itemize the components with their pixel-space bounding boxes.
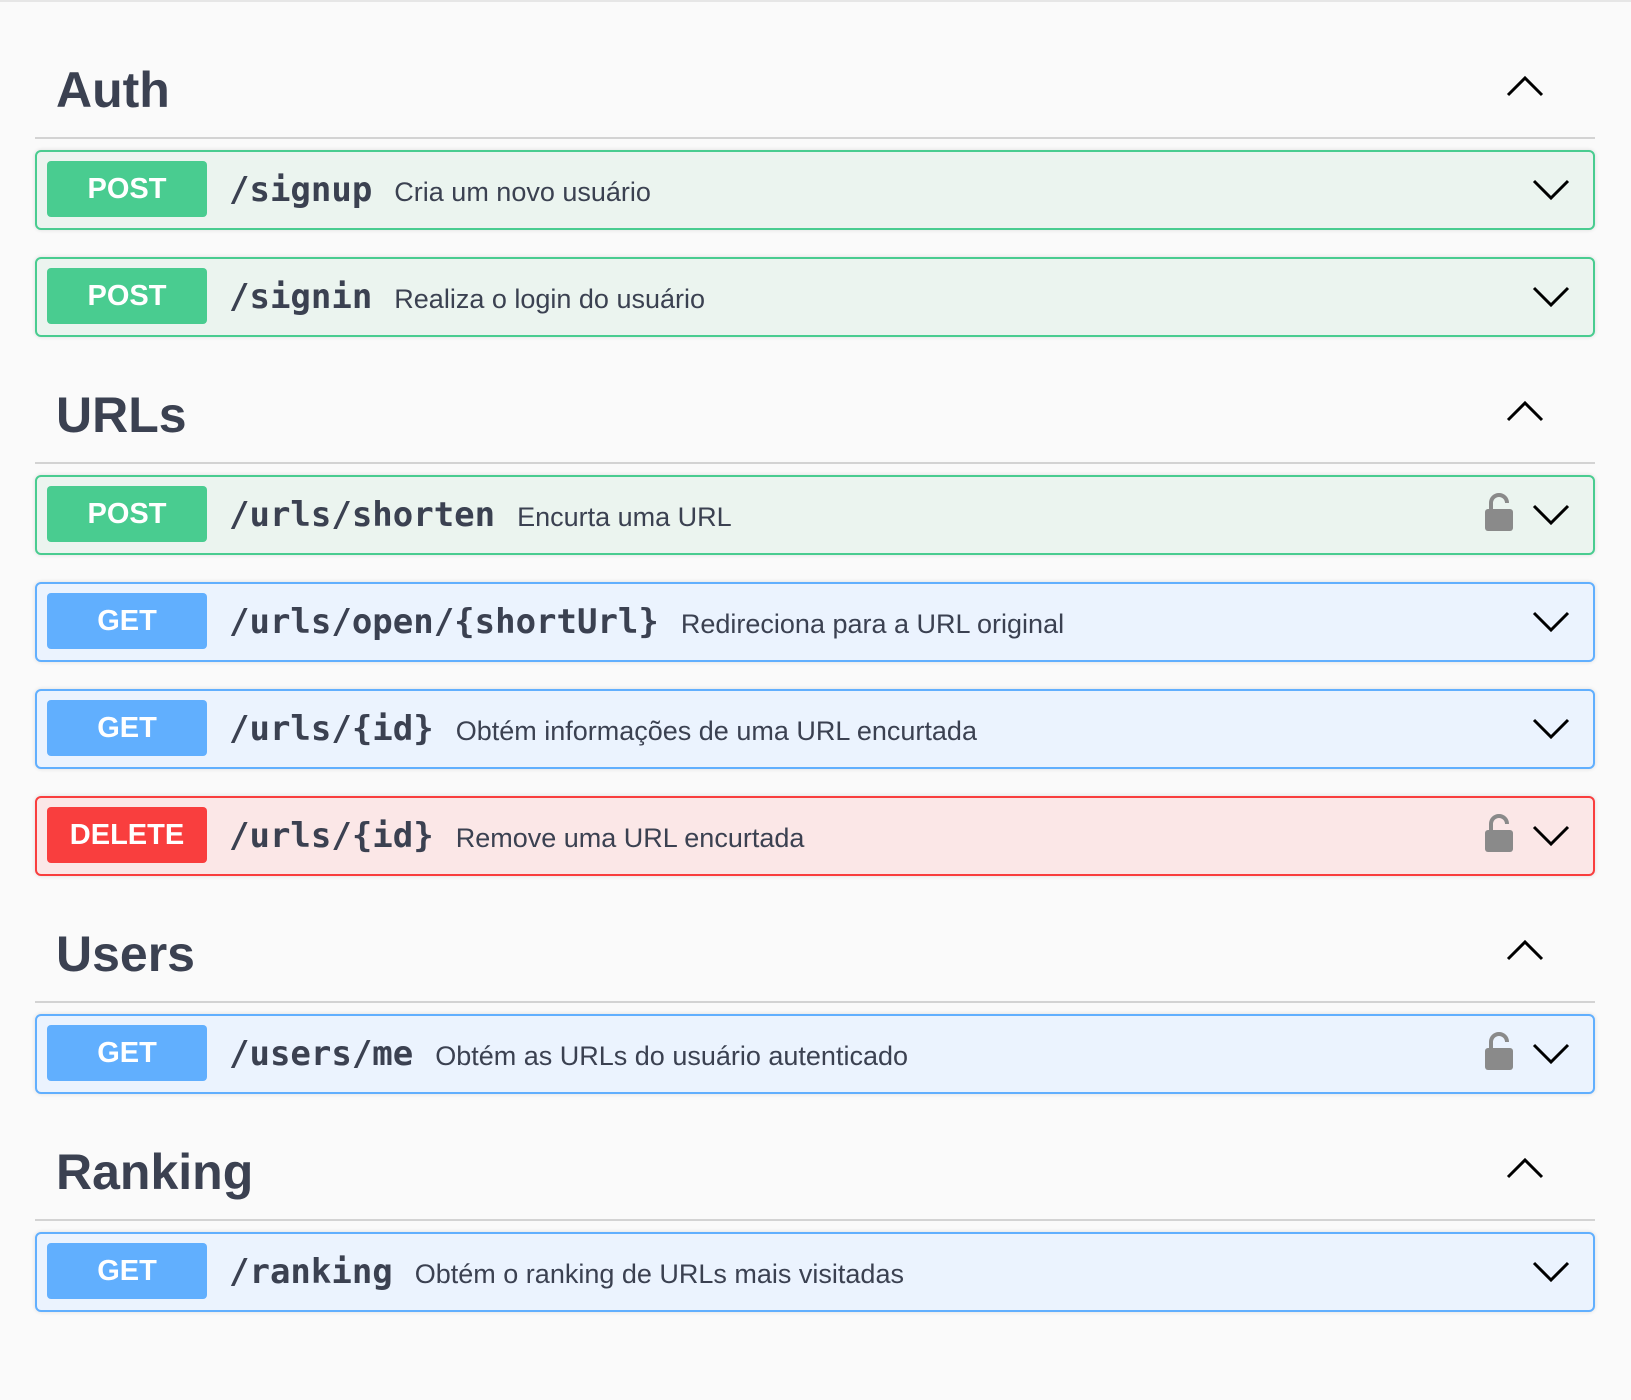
section-title: Auth [56,62,170,118]
section-auth: Auth POST /signup Cria um novo usuário PO… [35,0,1595,337]
chevron-up-icon[interactable] [1505,398,1545,424]
method-badge: GET [47,1025,207,1081]
path-text: /signup [229,170,373,210]
operation-path: /signin Realiza o login do usuário [229,259,705,335]
chevron-down-icon[interactable] [1531,715,1571,741]
path-text: /urls/{id} [229,816,434,856]
method-badge: GET [47,700,207,756]
operation-get-urls-id[interactable]: GET /urls/{id} Obtém informações de uma U… [35,689,1595,769]
operation-summary: Obtém informações de uma URL encurtada [455,716,977,746]
section-ranking: Ranking GET /ranking Obtém o ranking de U… [35,1094,1595,1312]
path-text: /ranking [229,1252,393,1292]
operation-delete-urls-id[interactable]: DELETE /urls/{id} Remove uma URL encurtad… [35,796,1595,876]
operation-path: /urls/open/{shortUrl} Redireciona para a … [229,584,1064,660]
operation-summary: Encurta uma URL [517,502,732,532]
chevron-down-icon[interactable] [1531,283,1571,309]
method-badge: POST [47,486,207,542]
chevron-up-icon[interactable] [1505,937,1545,963]
chevron-down-icon[interactable] [1531,1258,1571,1284]
method-badge: GET [47,1243,207,1299]
operation-post-signup[interactable]: POST /signup Cria um novo usuário [35,150,1595,230]
chevron-down-icon[interactable] [1531,1040,1571,1066]
operation-path: /urls/{id} Remove uma URL encurtada [229,798,804,874]
operation-summary: Obtém as URLs do usuário autenticado [435,1041,908,1071]
path-text: /signin [229,277,373,317]
chevron-down-icon[interactable] [1531,608,1571,634]
operation-summary: Realiza o login do usuário [394,284,705,314]
path-text: /urls/{id} [229,709,434,749]
operation-summary: Redireciona para a URL original [680,609,1065,639]
section-header-urls[interactable]: URLs [35,337,1595,464]
path-text: /urls/open/{shortUrl} [229,602,659,642]
chevron-down-icon[interactable] [1531,501,1571,527]
section-title: Ranking [56,1144,254,1200]
lock-open-icon[interactable] [1483,1032,1515,1072]
operation-path: /ranking Obtém o ranking de URLs mais vis… [229,1234,904,1310]
chevron-down-icon[interactable] [1531,176,1571,202]
path-text: /urls/shorten [229,495,496,535]
lock-open-icon[interactable] [1483,493,1515,533]
section-header-users[interactable]: Users [35,876,1595,1003]
operation-get-users-me[interactable]: GET /users/me Obtém as URLs do usuário au… [35,1014,1595,1094]
chevron-up-icon[interactable] [1505,73,1545,99]
operations-list: Auth POST /signup Cria um novo usuário PO… [35,0,1595,1312]
section-urls: URLs POST /urls/shorten Encurta uma URL G… [35,337,1595,876]
operation-post-signin[interactable]: POST /signin Realiza o login do usuário [35,257,1595,337]
section-header-ranking[interactable]: Ranking [35,1094,1595,1221]
path-text: /users/me [229,1034,414,1074]
section-users: Users GET /users/me Obtém as URLs do usuá… [35,876,1595,1094]
operation-path: /urls/{id} Obtém informações de uma URL e… [229,691,977,767]
method-badge: POST [47,268,207,324]
method-badge: GET [47,593,207,649]
section-title: URLs [56,387,187,443]
operation-summary: Remove uma URL encurtada [455,823,805,853]
method-badge: POST [47,161,207,217]
lock-open-icon[interactable] [1483,814,1515,854]
operation-get-urls-open[interactable]: GET /urls/open/{shortUrl} Redireciona par… [35,582,1595,662]
operation-path: /urls/shorten Encurta uma URL [229,477,732,553]
operation-get-ranking[interactable]: GET /ranking Obtém o ranking de URLs mais… [35,1232,1595,1312]
chevron-down-icon[interactable] [1531,822,1571,848]
section-title: Users [56,926,195,982]
chevron-up-icon[interactable] [1505,1155,1545,1181]
method-badge: DELETE [47,807,207,863]
operation-summary: Cria um novo usuário [394,177,651,207]
operation-path: /signup Cria um novo usuário [229,152,651,228]
operation-post-urls-shorten[interactable]: POST /urls/shorten Encurta uma URL [35,475,1595,555]
section-header-auth[interactable]: Auth [35,0,1595,139]
operation-path: /users/me Obtém as URLs do usuário autent… [229,1016,908,1092]
operation-summary: Obtém o ranking de URLs mais visitadas [414,1259,904,1289]
